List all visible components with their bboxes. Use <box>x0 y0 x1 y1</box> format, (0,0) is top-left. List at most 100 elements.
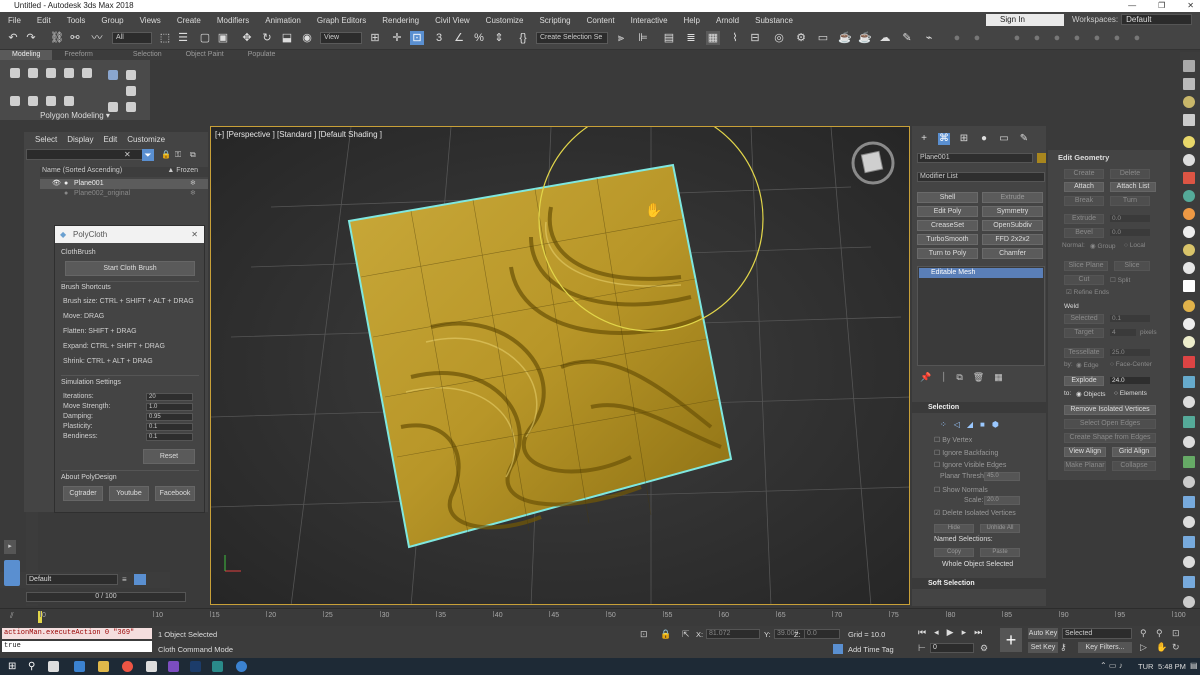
view-align-button[interactable]: View Align <box>1064 447 1106 457</box>
disabled-tool-1-icon[interactable]: ● <box>950 31 964 45</box>
menu-group[interactable]: Group <box>93 16 131 25</box>
rt-tool-21-icon[interactable] <box>1183 436 1195 448</box>
absolute-mode-icon[interactable]: ⇱ <box>682 629 690 640</box>
slice-button[interactable]: Slice <box>1114 261 1150 271</box>
face-mode-icon[interactable]: ◢ <box>967 420 973 429</box>
start-cloth-brush-button[interactable]: Start Cloth Brush <box>65 261 195 276</box>
rotate-icon[interactable]: ↻ <box>260 31 274 45</box>
ribbon-side-3-icon[interactable] <box>126 86 136 96</box>
object-color-swatch[interactable] <box>1037 153 1046 163</box>
tessellate-spinner[interactable]: 25.0 <box>1110 349 1150 356</box>
material-editor-icon[interactable]: ◎ <box>772 31 786 45</box>
render-setup-icon[interactable]: ⚙ <box>794 31 808 45</box>
menu-modifiers[interactable]: Modifiers <box>209 16 257 25</box>
lock-icon[interactable]: 🔒 <box>161 150 171 159</box>
edge-mode-icon[interactable]: ◁ <box>954 420 960 429</box>
file-explorer-icon[interactable] <box>98 661 109 672</box>
scene-menu-customize[interactable]: Customize <box>124 135 168 144</box>
field-of-view-icon[interactable]: ▷ <box>1140 642 1152 653</box>
current-frame-field[interactable]: 0 <box>930 643 974 653</box>
go-to-end-icon[interactable]: ⏭ <box>974 627 982 638</box>
scene-menu-select[interactable]: Select <box>32 135 60 144</box>
x-coordinate-field[interactable]: 81.072 <box>706 629 760 639</box>
open-gallery-icon[interactable]: ✎ <box>900 31 914 45</box>
perspective-viewport[interactable]: ✋ [+] [Perspective ] [Standard ] [Defaul… <box>210 126 910 605</box>
tab-modeling[interactable]: Modeling <box>0 50 53 60</box>
tab-object-paint[interactable]: Object Paint <box>174 50 236 60</box>
break-button[interactable]: Break <box>1064 196 1104 206</box>
vertex-icon[interactable] <box>10 68 20 78</box>
link-icon[interactable]: ⛓ <box>50 31 64 45</box>
copy-button[interactable]: Copy <box>934 548 974 557</box>
ribbon-side-1-icon[interactable] <box>108 70 118 80</box>
hierarchy-tab-icon[interactable]: ⊞ <box>958 133 970 145</box>
ai-tool-icon[interactable]: ⌁ <box>922 31 936 45</box>
hierarchy-icon[interactable]: ⚿ <box>175 150 181 160</box>
attach-button[interactable]: Attach <box>1064 182 1104 192</box>
clear-search-icon[interactable]: ✕ <box>124 150 131 159</box>
element-icon[interactable] <box>82 68 92 78</box>
slice-plane-button[interactable]: Slice Plane <box>1064 261 1108 271</box>
stack-item-editable-mesh[interactable]: Editable Mesh <box>919 268 1043 278</box>
maxscript-listener-output[interactable]: actionMan.executeAction 0 "369" <box>2 628 152 639</box>
modifier-turn-to-poly-button[interactable]: Turn to Poly <box>917 248 978 259</box>
bevel-spinner[interactable]: 0.0 <box>1110 229 1150 236</box>
tab-populate[interactable]: Populate <box>236 50 288 60</box>
app-icon[interactable] <box>146 661 157 672</box>
plasticity-spinner[interactable]: 0.1 <box>146 423 193 431</box>
play-icon[interactable]: ▶ <box>947 627 954 638</box>
menu-tools[interactable]: Tools <box>59 16 94 25</box>
rt-tool-8-icon[interactable] <box>1183 190 1195 202</box>
elements-radio[interactable]: ○ Elements <box>1114 390 1147 397</box>
track-bar-toggle-icon[interactable]: ⫽ <box>10 611 14 621</box>
key-filters-button[interactable]: Key Filters... <box>1078 642 1132 653</box>
edge-radio[interactable]: ◉ Edge <box>1076 361 1099 369</box>
menu-content[interactable]: Content <box>579 16 623 25</box>
menu-arnold[interactable]: Arnold <box>708 16 747 25</box>
attach-list-button[interactable]: Attach List <box>1110 182 1156 192</box>
iterations-spinner[interactable]: 20 <box>146 393 193 401</box>
set-key-button[interactable]: Set Key <box>1028 642 1058 653</box>
rt-tool-28-icon[interactable] <box>1183 576 1195 588</box>
explode-spinner[interactable]: 24.0 <box>1110 377 1150 384</box>
edge-icon[interactable] <box>28 68 38 78</box>
cut-button[interactable]: Cut <box>1064 275 1104 285</box>
scene-menu-display[interactable]: Display <box>64 135 96 144</box>
menu-rendering[interactable]: Rendering <box>374 16 427 25</box>
isolate-selection-icon[interactable]: ⊡ <box>640 629 648 640</box>
go-to-start-icon[interactable]: ⏮ <box>918 627 926 638</box>
zoom-all-icon[interactable]: ⚲ <box>1156 628 1168 639</box>
rt-tool-2-icon[interactable] <box>1183 78 1195 90</box>
freeze-icon[interactable]: ❄ <box>190 189 196 199</box>
column-frozen[interactable]: ▲ Frozen <box>167 167 198 177</box>
disabled-tool-9-icon[interactable]: ● <box>1130 31 1144 45</box>
menu-edit[interactable]: Edit <box>29 16 59 25</box>
redo-icon[interactable]: ↷ <box>24 31 38 45</box>
move-strength-spinner[interactable]: 1.0 <box>146 403 193 411</box>
objects-radio[interactable]: ◉ Objects <box>1076 390 1106 398</box>
menu-substance[interactable]: Substance <box>747 16 801 25</box>
minimize-icon[interactable]: — <box>1128 0 1136 12</box>
modifier-extrude-button[interactable]: Extrude <box>982 192 1043 203</box>
configure-modifier-sets-icon[interactable]: ▦ <box>994 372 1003 383</box>
sync-selection-icon[interactable]: ⧉ <box>190 150 196 160</box>
current-layer-dropdown[interactable]: Default <box>26 574 118 585</box>
weld-target-spinner[interactable]: 4 <box>1110 329 1136 336</box>
normal-group-radio[interactable]: ◉ Group <box>1090 242 1116 250</box>
modifier-list-dropdown[interactable]: Modifier List <box>917 172 1045 182</box>
bevel-button[interactable]: Bevel <box>1064 228 1104 238</box>
window-crossing-icon[interactable]: ▣ <box>216 31 230 45</box>
delete-isolated-checkbox[interactable]: ☑ Delete Isolated Vertices <box>934 509 1016 517</box>
disabled-tool-7-icon[interactable]: ● <box>1090 31 1104 45</box>
modifier-ffd-button[interactable]: FFD 2x2x2 <box>982 234 1043 245</box>
face-center-radio[interactable]: ○ Face-Center <box>1110 361 1152 368</box>
hide-button[interactable]: Hide <box>934 524 974 533</box>
set-key-big-icon[interactable]: + <box>1000 628 1022 652</box>
disabled-tool-3-icon[interactable]: ● <box>1010 31 1024 45</box>
menu-graph-editors[interactable]: Graph Editors <box>309 16 374 25</box>
motion-tab-icon[interactable]: ● <box>978 133 990 145</box>
youtube-button[interactable]: Youtube <box>109 486 149 501</box>
rt-tool-26-icon[interactable] <box>1183 536 1195 548</box>
rt-tool-4-icon[interactable] <box>1183 114 1195 126</box>
disabled-tool-4-icon[interactable]: ● <box>1030 31 1044 45</box>
